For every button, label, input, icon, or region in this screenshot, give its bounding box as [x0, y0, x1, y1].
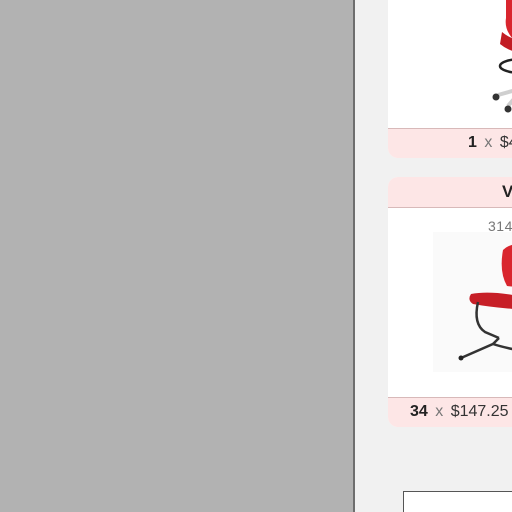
times-symbol: x: [435, 403, 444, 420]
cart-item-footer: 34 x $147.25: [388, 397, 512, 427]
item-quantity: 34: [410, 403, 428, 420]
red-drafting-stool-image: [468, 0, 512, 120]
cart-item-header: V: [388, 177, 512, 208]
left-panel-overlay: [0, 0, 353, 512]
item-price: $4: [499, 134, 512, 151]
cart-item-footer: 1 x $4: [388, 128, 512, 158]
item-price: $147.25: [450, 403, 509, 420]
cart-item-card[interactable]: 1 x $4: [388, 0, 512, 158]
times-symbol: x: [484, 134, 493, 151]
item-quantity: 1: [468, 134, 477, 151]
cart-panel: 1 x $4 V 314 34: [355, 0, 512, 512]
checkout-box[interactable]: [403, 491, 512, 512]
cart-item-card[interactable]: V 314 34 x $147.25: [388, 177, 512, 427]
item-name: V: [502, 182, 512, 201]
red-cantilever-chair-image: [433, 232, 512, 372]
